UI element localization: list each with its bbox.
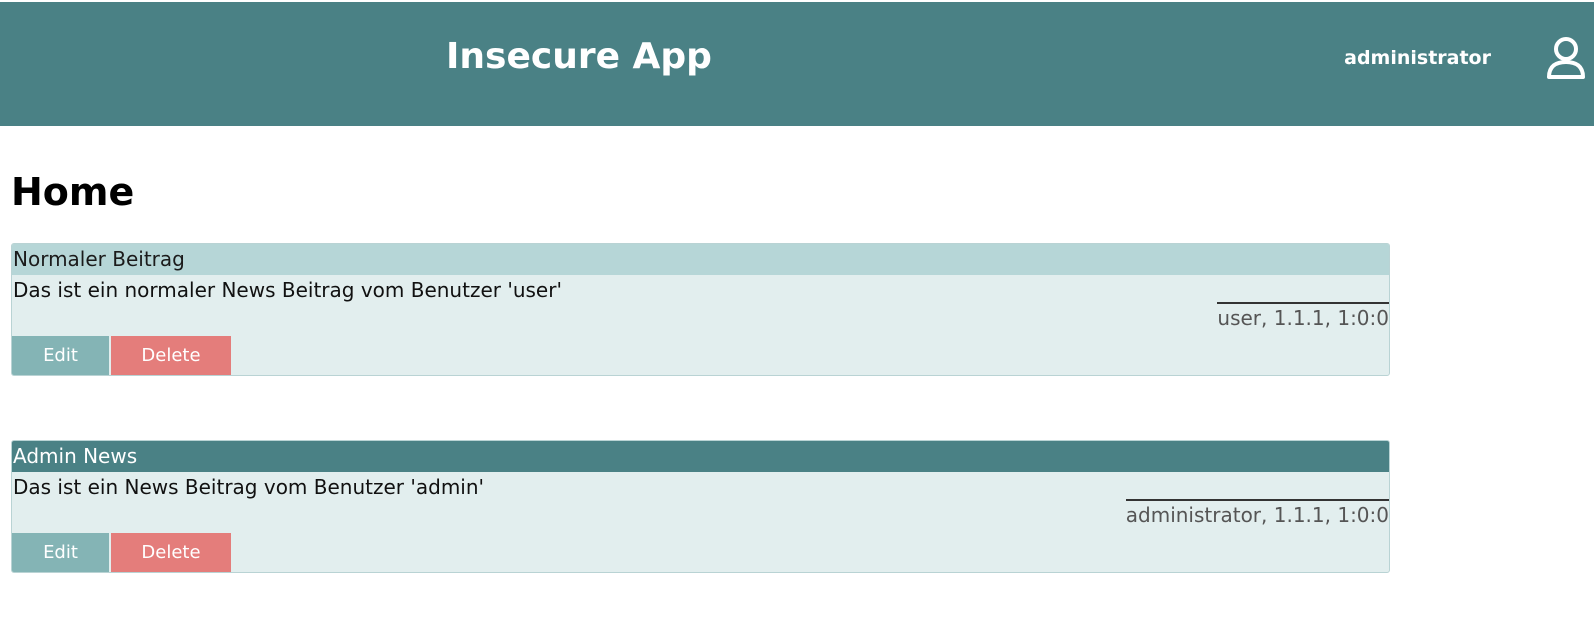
post-meta: user, 1.1.1, 1:0:0	[1217, 302, 1389, 330]
post-body: Das ist ein normaler News Beitrag vom Be…	[13, 278, 562, 302]
post-title: Admin News	[12, 441, 1389, 472]
delete-button[interactable]: Delete	[111, 533, 231, 572]
delete-button[interactable]: Delete	[111, 336, 231, 375]
post-actions: Edit Delete	[12, 533, 231, 572]
app-title[interactable]: Insecure App	[446, 36, 712, 77]
news-post-card: Admin News Das ist ein News Beitrag vom …	[11, 440, 1390, 573]
user-icon[interactable]	[1546, 36, 1586, 80]
edit-button[interactable]: Edit	[12, 336, 109, 375]
post-body: Das ist ein News Beitrag vom Benutzer 'a…	[13, 475, 485, 499]
post-meta: administrator, 1.1.1, 1:0:0	[1125, 499, 1389, 527]
post-actions: Edit Delete	[12, 336, 231, 375]
app-header: Insecure App administrator	[0, 2, 1594, 126]
post-title: Normaler Beitrag	[12, 244, 1389, 275]
edit-button[interactable]: Edit	[12, 533, 109, 572]
current-username[interactable]: administrator	[1344, 47, 1491, 69]
page-title: Home	[11, 170, 135, 214]
news-post-card: Normaler Beitrag Das ist ein normaler Ne…	[11, 243, 1390, 376]
